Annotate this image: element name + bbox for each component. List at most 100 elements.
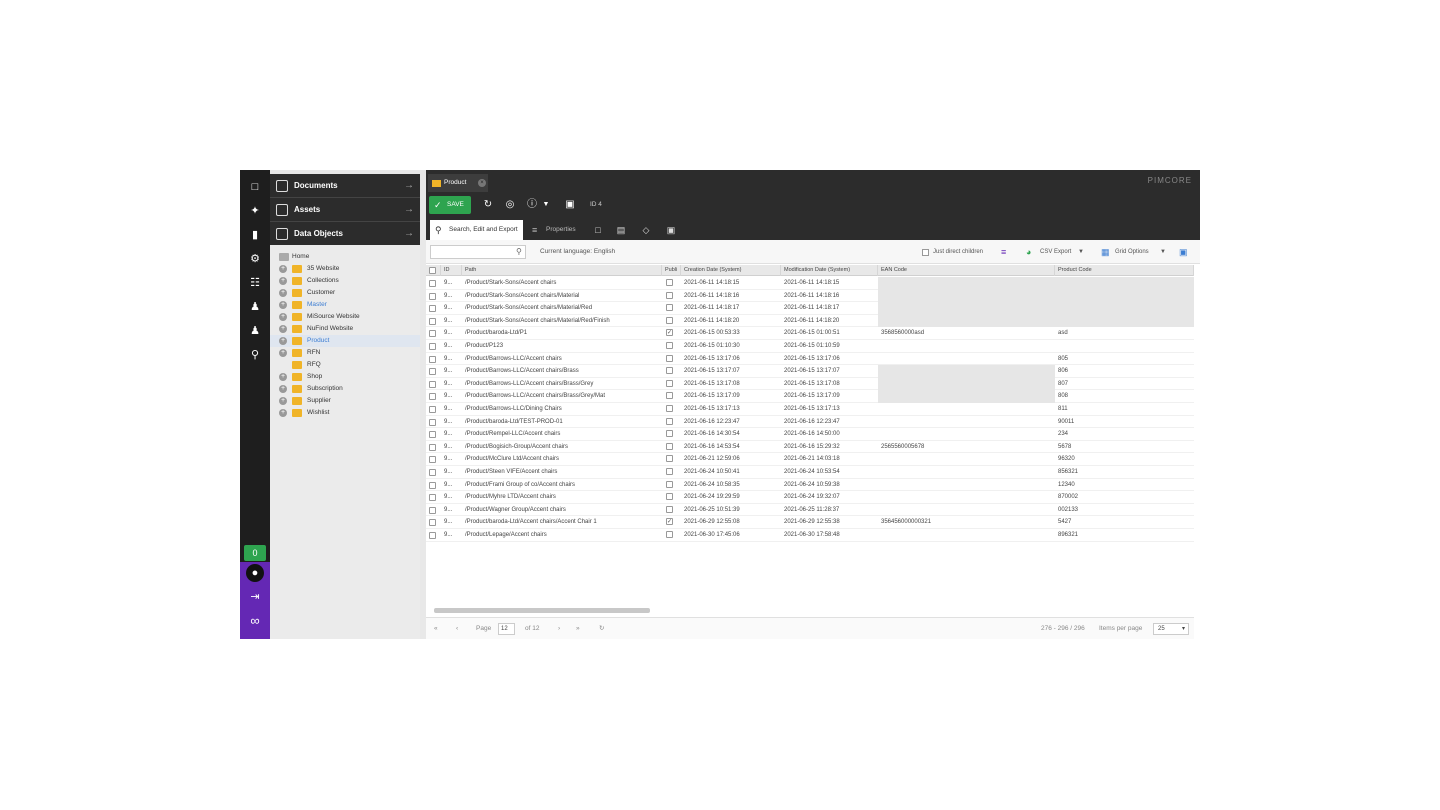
cell-modification-date[interactable]: 2021-06-25 11:28:37 — [781, 504, 878, 517]
column-header-modification-date[interactable]: Modification Date (System) — [781, 265, 878, 276]
cell-creation-date[interactable]: 2021-06-16 14:30:54 — [681, 428, 781, 441]
cell-ean-code[interactable] — [878, 365, 1055, 378]
cell-id[interactable]: 9... — [441, 516, 462, 529]
row-checkbox[interactable] — [429, 292, 436, 300]
table-row[interactable]: 9.../Product/Stark-Sons/Accent chairs/Ma… — [426, 314, 1194, 328]
expand-icon[interactable]: + — [279, 325, 287, 333]
cell-path[interactable]: /Product/P123 — [462, 340, 662, 353]
row-checkbox[interactable] — [429, 532, 436, 539]
published-checkbox[interactable] — [666, 279, 673, 286]
published-checkbox[interactable] — [666, 430, 673, 438]
cell-modification-date[interactable]: 2021-06-11 14:18:20 — [781, 315, 878, 328]
section-assets[interactable]: Assets → — [270, 198, 420, 222]
clipboard-icon[interactable]: ▤ — [613, 220, 629, 240]
tree-node[interactable]: + Wishlist — [270, 407, 420, 419]
published-checkbox[interactable] — [666, 417, 673, 425]
cell-path[interactable]: /Product/Steen VIFE/Accent chairs — [462, 466, 662, 479]
table-row[interactable]: 9.../Product/Barrows-LLC/Accent chairs 20… — [426, 353, 1194, 366]
table-row[interactable]: 9.../Product/Stark-Sons/Accent chairs/Ma… — [426, 302, 1194, 315]
section-data-objects[interactable]: Data Objects → — [270, 222, 420, 246]
cell-path[interactable]: /Product/baroda-Ltd/Accent chairs/Accent… — [462, 516, 662, 529]
table-row[interactable]: 9.../Product/McClure Ltd/Accent chairs 20… — [426, 453, 1194, 466]
row-checkbox[interactable] — [429, 380, 436, 388]
cell-id[interactable]: 9... — [441, 290, 462, 303]
cell-id[interactable]: 9... — [441, 529, 462, 542]
column-header-id[interactable]: ID — [441, 265, 462, 276]
cell-path[interactable]: /Product/Barrows-LLC/Accent chairs/Brass… — [462, 390, 662, 403]
expand-icon[interactable]: + — [279, 289, 287, 297]
cell-product-code[interactable]: 806 — [1055, 365, 1194, 378]
table-row[interactable]: 9.../Product/Barrows-LLC/Dining Chairs 20… — [426, 403, 1194, 416]
cell-creation-date[interactable]: 2021-06-11 14:18:20 — [681, 315, 781, 328]
row-checkbox[interactable] — [429, 469, 436, 476]
checkbox[interactable] — [922, 249, 929, 256]
cell-modification-date[interactable]: 2021-06-15 13:17:13 — [781, 403, 878, 416]
close-icon[interactable]: × — [478, 179, 486, 187]
refresh-icon[interactable]: ↻ — [599, 618, 604, 639]
cell-ean-code[interactable]: 2565560005678 — [878, 441, 1055, 454]
published-checkbox[interactable] — [666, 493, 673, 501]
cell-id[interactable]: 9... — [441, 504, 462, 517]
row-checkbox[interactable] — [429, 355, 436, 363]
tree-node[interactable]: + RFN — [270, 347, 420, 359]
row-checkbox[interactable] — [429, 418, 436, 426]
published-checkbox[interactable] — [666, 316, 673, 324]
tree-node[interactable]: +35 Website — [270, 263, 420, 275]
tree-node[interactable]: + Shop — [270, 371, 420, 383]
prev-page-icon[interactable]: ‹ — [456, 618, 458, 639]
cell-path[interactable]: /Product/baroda-Ltd/P1 — [462, 327, 662, 340]
expand-icon[interactable]: + — [279, 349, 287, 357]
tree-node[interactable]: + Supplier — [270, 395, 420, 407]
cell-product-code[interactable] — [1055, 340, 1194, 353]
row-checkbox[interactable] — [429, 368, 436, 376]
cell-product-code[interactable]: 896321 — [1055, 529, 1194, 542]
cell-product-code[interactable] — [1055, 302, 1194, 315]
cell-path[interactable]: /Product/Stark-Sons/Accent chairs — [462, 277, 662, 290]
search-input[interactable] — [430, 245, 526, 259]
cell-modification-date[interactable]: 2021-06-15 13:17:09 — [781, 390, 878, 403]
published-checkbox[interactable] — [666, 455, 673, 463]
published-checkbox[interactable] — [666, 354, 673, 362]
file-icon[interactable]: □ — [246, 178, 264, 196]
expand-icon[interactable]: + — [279, 397, 287, 405]
cell-path[interactable]: /Product/Frami Group of co/Accent chairs — [462, 479, 662, 492]
tree-node[interactable]: + Master — [270, 299, 420, 311]
cell-path[interactable]: /Product/Bogisich-Group/Accent chairs — [462, 441, 662, 454]
cell-ean-code[interactable] — [878, 390, 1055, 403]
cell-product-code[interactable]: 234 — [1055, 428, 1194, 441]
table-row[interactable]: 9.../Product/Myhre LTD/Accent chairs 2021… — [426, 491, 1194, 504]
cell-modification-date[interactable]: 2021-06-29 12:55:38 — [781, 516, 878, 529]
last-page-icon[interactable]: » — [576, 618, 580, 639]
cell-path[interactable]: /Product/Stark-Sons/Accent chairs/Materi… — [462, 315, 662, 328]
items-per-page-select[interactable]: 25 ▾ — [1153, 623, 1189, 635]
row-checkbox[interactable] — [429, 456, 436, 464]
cell-id[interactable]: 9... — [441, 428, 462, 441]
cell-ean-code[interactable] — [878, 428, 1055, 441]
cell-creation-date[interactable]: 2021-06-24 10:58:35 — [681, 479, 781, 492]
cell-product-code[interactable]: 805 — [1055, 353, 1194, 366]
arrow-right-icon[interactable]: → — [404, 198, 414, 222]
published-checkbox[interactable] — [666, 342, 673, 349]
cell-creation-date[interactable]: 2021-06-16 14:53:54 — [681, 441, 781, 454]
cell-ean-code[interactable]: 356456000000321 — [878, 516, 1055, 529]
table-row[interactable]: 9.../Product/Stark-Sons/Accent chairs/Ma… — [426, 289, 1194, 303]
cell-ean-code[interactable] — [878, 315, 1055, 328]
select-all-checkbox[interactable] — [429, 267, 436, 274]
published-checkbox[interactable] — [666, 531, 673, 538]
published-checkbox[interactable] — [666, 480, 673, 488]
cell-creation-date[interactable]: 2021-06-25 10:51:39 — [681, 504, 781, 517]
cell-ean-code[interactable] — [878, 340, 1055, 353]
arrow-right-icon[interactable]: → — [404, 222, 414, 246]
table-row[interactable]: 9.../Product/Wagner Group/Accent chairs 2… — [426, 504, 1194, 517]
cell-id[interactable]: 9... — [441, 491, 462, 504]
cell-creation-date[interactable]: 2021-06-21 12:59:06 — [681, 453, 781, 466]
cell-creation-date[interactable]: 2021-06-15 00:53:33 — [681, 327, 781, 340]
tree-node-home[interactable]: Home — [270, 251, 420, 263]
cell-creation-date[interactable]: 2021-06-15 13:17:09 — [681, 390, 781, 403]
cell-creation-date[interactable]: 2021-06-11 14:18:17 — [681, 302, 781, 315]
cell-path[interactable]: /Product/Rempel-LLC/Accent chairs — [462, 428, 662, 441]
cell-ean-code[interactable] — [878, 453, 1055, 466]
cell-path[interactable]: /Product/Lepage/Accent chairs — [462, 529, 662, 542]
published-checkbox[interactable] — [666, 304, 673, 312]
cell-ean-code[interactable] — [878, 504, 1055, 517]
